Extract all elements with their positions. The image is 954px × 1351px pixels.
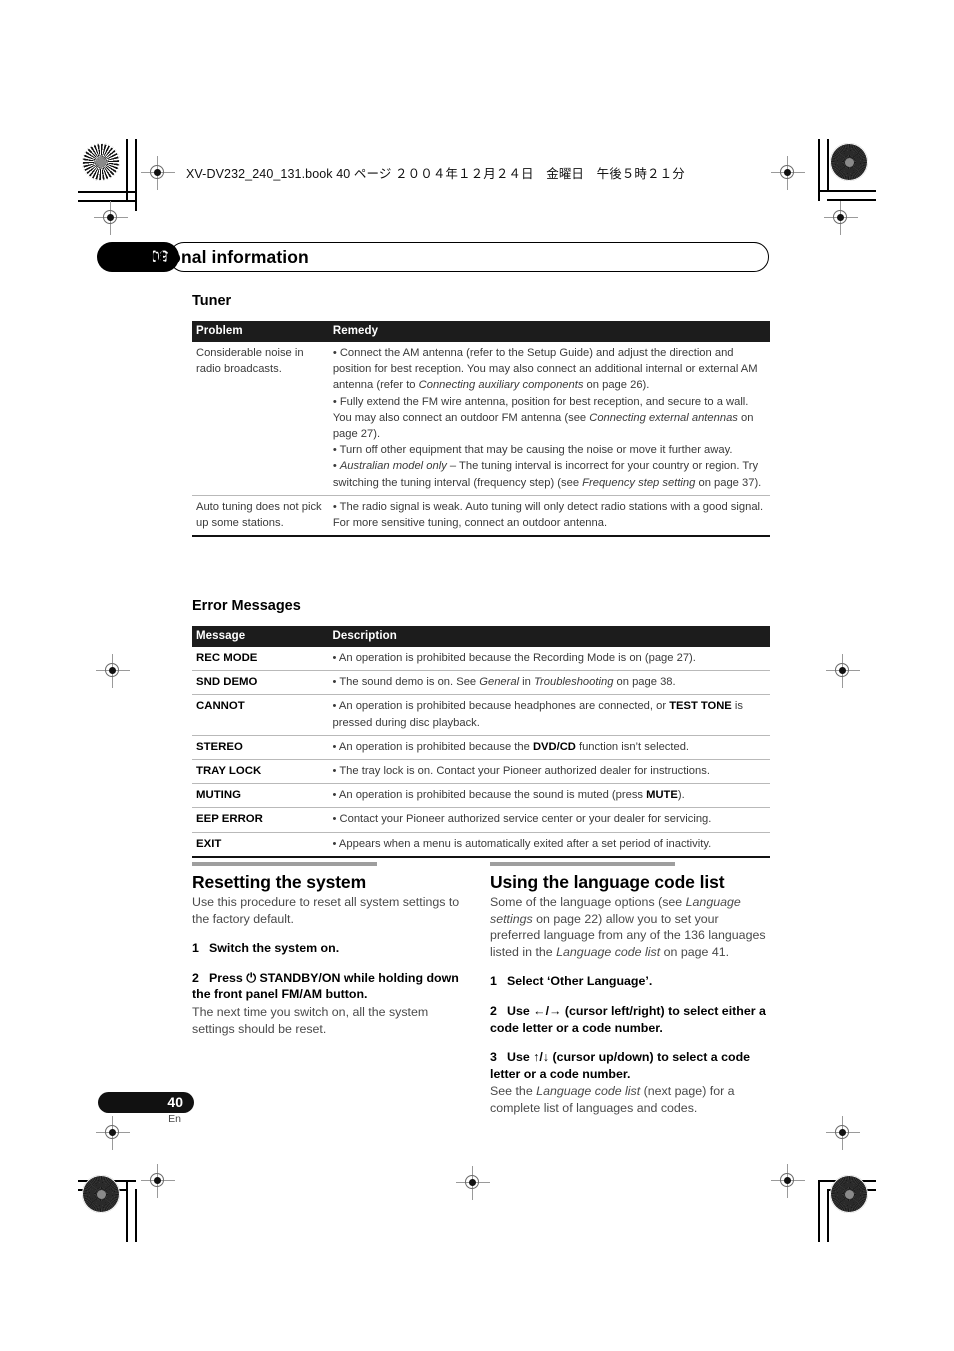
- step-text: Select ‘Other Language’.: [507, 974, 653, 989]
- table-row: Considerable noise in radio broadcasts. …: [192, 342, 770, 496]
- error-message-code: SND DEMO: [192, 670, 329, 696]
- error-message-code: CANNOT: [192, 694, 329, 736]
- error-message-description: • Contact your Pioneer authorized servic…: [328, 807, 770, 833]
- error-message-description: • An operation is prohibited because the…: [328, 647, 770, 672]
- error-messages-table: Message Description REC MODE • An operati…: [192, 626, 770, 858]
- table-row: EEP ERROR • Contact your Pioneer authoriz…: [192, 807, 770, 833]
- error-message-description: • An operation is prohibited because the…: [328, 783, 770, 809]
- error-message-description: • The sound demo is on. See General in T…: [328, 670, 770, 696]
- print-color-target-bottom-left: [82, 1175, 120, 1213]
- error-messages-table-body: REC MODE • An operation is prohibited bec…: [192, 647, 770, 858]
- error-message-description: • An operation is prohibited because hea…: [328, 694, 770, 736]
- section-rule: [490, 862, 675, 866]
- table-row: REC MODE • An operation is prohibited bec…: [192, 647, 770, 672]
- tuner-table-body: Considerable noise in radio broadcasts. …: [192, 342, 770, 538]
- error-message-description: • An operation is prohibited because the…: [328, 735, 770, 761]
- print-color-target-top-left: [82, 143, 120, 181]
- tuner-problem: Auto tuning does not pick up some statio…: [192, 495, 329, 538]
- crop-mark-line: [78, 191, 136, 193]
- registration-mark-left-upper: [94, 201, 128, 235]
- error-message-description: • The tray lock is on. Contact your Pion…: [328, 759, 770, 785]
- step-note: The next time you switch on, all the sys…: [192, 1004, 429, 1036]
- column-header-remedy: Remedy: [328, 321, 770, 342]
- resetting-the-system-section: Resetting the system Use this procedure …: [192, 862, 470, 1037]
- step-number: 1: [192, 941, 199, 956]
- table-header-row: Message Description: [192, 626, 770, 647]
- registration-mark-top-left: [141, 156, 175, 190]
- section-intro: Use this procedure to reset all system s…: [192, 895, 460, 926]
- registration-mark-right-lower: [826, 1116, 860, 1150]
- step-item: 3 Use ↑/↓ (cursor up/down) to select a co…: [490, 1049, 768, 1082]
- tuner-remedy: • Connect the AM antenna (refer to the S…: [328, 342, 770, 496]
- error-message-code: TRAY LOCK: [192, 759, 329, 785]
- step-number: 3: [490, 1050, 497, 1065]
- step-number: 1: [490, 974, 497, 989]
- chapter-title: Additional information: [120, 247, 309, 267]
- column-header-message: Message: [192, 626, 329, 647]
- table-row: STEREO • An operation is prohibited becau…: [192, 735, 770, 761]
- table-row: EXIT • Appears when a menu is automatical…: [192, 832, 770, 858]
- crop-mark-line: [827, 139, 829, 191]
- column-header-problem: Problem: [192, 321, 329, 342]
- section-title: Using the language code list: [490, 872, 725, 892]
- crop-mark-line: [135, 1189, 137, 1242]
- print-color-target-top-right: [830, 143, 868, 181]
- table-row: CANNOT • An operation is prohibited becau…: [192, 694, 770, 736]
- table-header-row: Problem Remedy: [192, 321, 770, 342]
- crop-mark-line: [78, 200, 137, 202]
- tuner-problem: Considerable noise in radio broadcasts.: [192, 342, 329, 496]
- step-item: 1 Switch the system on.: [192, 940, 470, 957]
- using-the-language-code-list-section: Using the language code list Some of the…: [490, 862, 768, 1117]
- book-file-header: XV-DV232_240_131.book 40 ページ ２００４年１２月２４日…: [186, 167, 685, 181]
- registration-mark-bottom-right: [771, 1164, 805, 1198]
- section-rule: [192, 862, 377, 866]
- error-message-code: EXIT: [192, 832, 329, 858]
- crop-mark-line: [827, 199, 876, 201]
- step-number: 2: [490, 1003, 497, 1018]
- step-text: Press ⏻ STANDBY/ON while holding down th…: [192, 970, 459, 1002]
- page-number: 40: [98, 1092, 194, 1113]
- section-intro: Some of the language options (see Langua…: [490, 895, 766, 959]
- error-message-description: • Appears when a menu is automatically e…: [328, 832, 770, 858]
- print-color-target-bottom-right: [830, 1175, 868, 1213]
- error-message-code: STEREO: [192, 735, 329, 761]
- error-message-code: EEP ERROR: [192, 807, 329, 833]
- registration-mark-right-middle: [826, 654, 860, 688]
- step-note: See the Language code list (next page) f…: [490, 1084, 735, 1115]
- column-header-description: Description: [328, 626, 770, 647]
- table-row: SND DEMO • The sound demo is on. See Gene…: [192, 670, 770, 696]
- document-page: XV-DV232_240_131.book 40 ページ ２００４年１２月２４日…: [0, 0, 954, 1351]
- registration-mark-left-middle: [96, 654, 130, 688]
- step-number: 2: [192, 970, 199, 985]
- page-language-code: En: [168, 1113, 181, 1125]
- step-text: Use ↑/↓ (cursor up/down) to select a cod…: [490, 1050, 751, 1081]
- step-item: 2 Use ←/→ (cursor left/right) to select e…: [490, 1003, 768, 1036]
- error-message-code: MUTING: [192, 783, 329, 809]
- crop-mark-line: [818, 190, 876, 192]
- registration-mark-bottom-center: [456, 1166, 490, 1200]
- step-item: 1 Select ‘Other Language’.: [490, 973, 768, 990]
- step-text: Switch the system on.: [209, 941, 340, 956]
- table-row: Auto tuning does not pick up some statio…: [192, 495, 770, 538]
- error-message-code: REC MODE: [192, 647, 329, 672]
- registration-mark-right-upper: [824, 201, 858, 235]
- tuner-table: Problem Remedy Considerable noise in rad…: [192, 321, 770, 538]
- table-row: TRAY LOCK • The tray lock is on. Contact …: [192, 759, 770, 785]
- tuner-remedy: • The radio signal is weak. Auto tuning …: [328, 495, 770, 538]
- registration-mark-bottom-left: [141, 1164, 175, 1198]
- crop-mark-line: [827, 1189, 829, 1242]
- tuner-heading: Tuner: [192, 293, 232, 309]
- step-text: Use ←/→ (cursor left/right) to select ei…: [490, 1003, 766, 1035]
- registration-mark-top-right: [771, 156, 805, 190]
- section-title: Resetting the system: [192, 872, 367, 892]
- table-row: MUTING • An operation is prohibited becau…: [192, 783, 770, 809]
- step-item: 2 Press ⏻ STANDBY/ON while holding down t…: [192, 970, 470, 1003]
- crop-mark-line: [818, 1180, 820, 1242]
- crop-mark-line: [126, 1180, 128, 1242]
- error-messages-heading: Error Messages: [192, 598, 301, 614]
